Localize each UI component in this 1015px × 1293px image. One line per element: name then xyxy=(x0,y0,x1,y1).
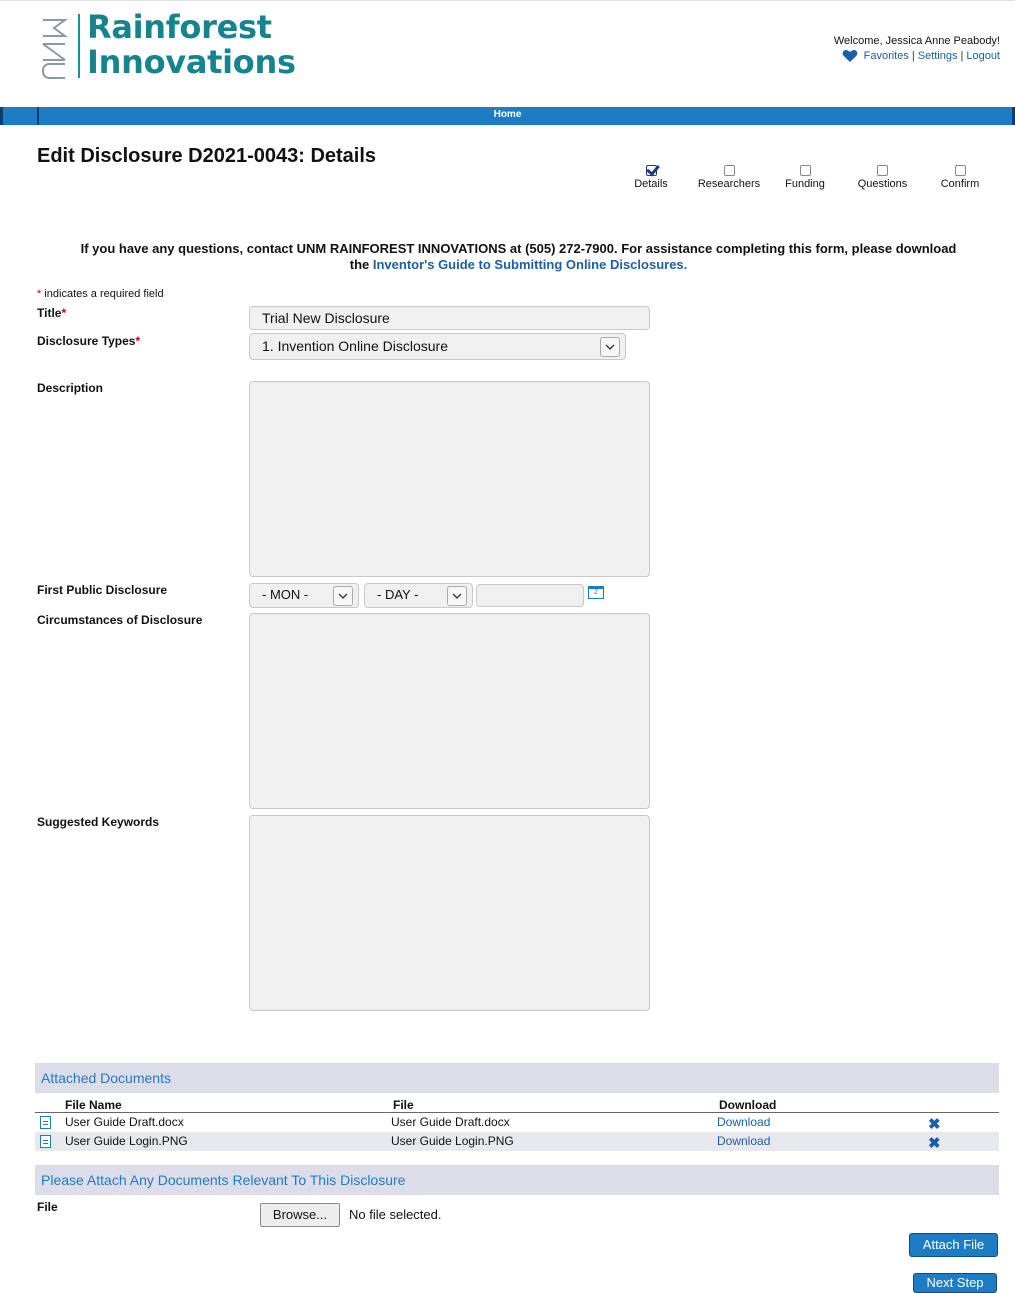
heart-icon xyxy=(842,50,858,62)
user-links: Favorites | Settings | Logout xyxy=(834,49,1000,63)
help-text: If you have any questions, contact UNM R… xyxy=(80,241,957,256)
no-file-text: No file selected. xyxy=(349,1207,442,1222)
keywords-textarea[interactable] xyxy=(249,815,650,1011)
attached-documents-header: Attached Documents xyxy=(35,1063,999,1093)
circumstances-textarea[interactable] xyxy=(249,613,650,809)
description-textarea[interactable] xyxy=(249,381,650,577)
download-link[interactable]: Download xyxy=(717,1134,770,1148)
title-label: Title* xyxy=(37,306,66,320)
column-header: Download xyxy=(719,1098,777,1112)
attach-documents-header: Please Attach Any Documents Relevant To … xyxy=(35,1165,999,1195)
step-label: Details xyxy=(634,178,668,190)
step-checkbox-icon xyxy=(723,165,735,176)
logo-divider xyxy=(78,14,80,78)
month-select[interactable]: - MON - xyxy=(249,583,359,608)
link-separator: | xyxy=(911,50,915,62)
disclosure-types-label-text: Disclosure Types xyxy=(37,334,136,348)
step-questions[interactable]: Questions xyxy=(850,165,915,190)
step-checkbox-icon xyxy=(877,165,888,176)
brand-line-1: Rainforest xyxy=(87,8,272,46)
disclosure-types-value: 1. Invention Online Disclosure xyxy=(262,338,448,354)
settings-link[interactable]: Settings xyxy=(918,50,958,62)
title-label-text: Title xyxy=(37,306,62,320)
attachments-table: File Name File Download User Guide Draft… xyxy=(35,1096,999,1152)
file-name-cell: User Guide Login.PNG xyxy=(65,1134,188,1148)
step-checkbox-icon xyxy=(645,165,657,176)
step-checkbox-icon xyxy=(954,165,966,176)
document-icon xyxy=(40,1135,51,1148)
file-cell: User Guide Login.PNG xyxy=(391,1134,514,1148)
help-message: If you have any questions, contact UNM R… xyxy=(36,241,1001,273)
table-row: User Guide Draft.docx User Guide Draft.d… xyxy=(35,1113,999,1133)
top-border xyxy=(0,0,1015,6)
title-input-value: Trial New Disclosure xyxy=(262,310,390,326)
step-label: Researchers xyxy=(697,178,761,190)
day-select[interactable]: - DAY - xyxy=(364,583,473,608)
day-value: - DAY - xyxy=(377,587,419,602)
delete-icon[interactable]: ✖ xyxy=(928,1115,941,1133)
column-header: File xyxy=(393,1098,414,1112)
required-note: * indicates a required field xyxy=(37,288,164,300)
browse-button[interactable]: Browse... xyxy=(260,1203,340,1227)
brand-logo[interactable]: Rainforest Innovations xyxy=(40,10,310,90)
disclosure-types-label: Disclosure Types* xyxy=(37,334,140,348)
chevron-down-icon[interactable] xyxy=(600,337,620,357)
delete-icon[interactable]: ✖ xyxy=(928,1134,941,1152)
user-welcome: Welcome, Jessica Anne Peabody! Favorites… xyxy=(834,35,1000,63)
step-confirm[interactable]: Confirm xyxy=(933,165,987,190)
file-label: File xyxy=(37,1200,58,1214)
link-separator: | xyxy=(960,50,964,62)
download-link[interactable]: Download xyxy=(717,1115,770,1129)
home-link[interactable]: Home xyxy=(3,109,1012,120)
table-header-row: File Name File Download xyxy=(35,1096,999,1113)
step-label: Confirm xyxy=(940,178,980,190)
next-step-button[interactable]: Next Step xyxy=(913,1273,997,1293)
required-star: * xyxy=(135,334,141,348)
first-public-label: First Public Disclosure xyxy=(37,583,168,597)
logout-link[interactable]: Logout xyxy=(966,50,1000,62)
required-star: * xyxy=(61,306,67,320)
month-value: - MON - xyxy=(262,587,309,602)
disclosure-types-select[interactable]: 1. Invention Online Disclosure xyxy=(249,333,626,360)
unm-logo-icon xyxy=(41,19,69,79)
step-researchers[interactable]: Researchers xyxy=(691,165,767,190)
inventor-guide-link[interactable]: Inventor's Guide to Submitting Online Di… xyxy=(373,257,687,272)
document-icon xyxy=(40,1116,51,1129)
column-header: File Name xyxy=(65,1098,122,1112)
page-title: Edit Disclosure D2021-0043: Details xyxy=(37,145,377,167)
step-label: Questions xyxy=(857,178,908,190)
favorites-link[interactable]: Favorites xyxy=(864,50,909,62)
step-funding[interactable]: Funding xyxy=(780,165,830,190)
title-input[interactable]: Trial New Disclosure xyxy=(249,306,650,330)
help-text-2: the xyxy=(349,257,370,272)
brand-line-2: Innovations xyxy=(87,43,296,81)
year-input[interactable] xyxy=(476,584,584,607)
file-name-cell: User Guide Draft.docx xyxy=(65,1115,184,1129)
welcome-text: Welcome, Jessica Anne Peabody! xyxy=(833,35,1000,47)
chevron-down-icon[interactable] xyxy=(333,586,353,606)
step-checkbox-icon xyxy=(799,165,811,176)
circumstances-label: Circumstances of Disclosure xyxy=(37,613,203,627)
nav-bar: Home xyxy=(0,107,1015,125)
step-label: Funding xyxy=(785,178,825,190)
calendar-icon[interactable]: 2 xyxy=(588,586,604,599)
chevron-down-icon[interactable] xyxy=(447,586,467,606)
required-note-text: indicates a required field xyxy=(41,288,164,300)
step-progress: Details Researchers Funding Questions Co… xyxy=(625,165,995,205)
description-label: Description xyxy=(37,381,104,395)
file-cell: User Guide Draft.docx xyxy=(391,1115,510,1129)
keywords-label: Suggested Keywords xyxy=(37,815,160,829)
attach-file-button[interactable]: Attach File xyxy=(909,1233,998,1257)
step-details[interactable]: Details xyxy=(625,165,677,190)
table-row: User Guide Login.PNG User Guide Login.PN… xyxy=(35,1132,999,1152)
